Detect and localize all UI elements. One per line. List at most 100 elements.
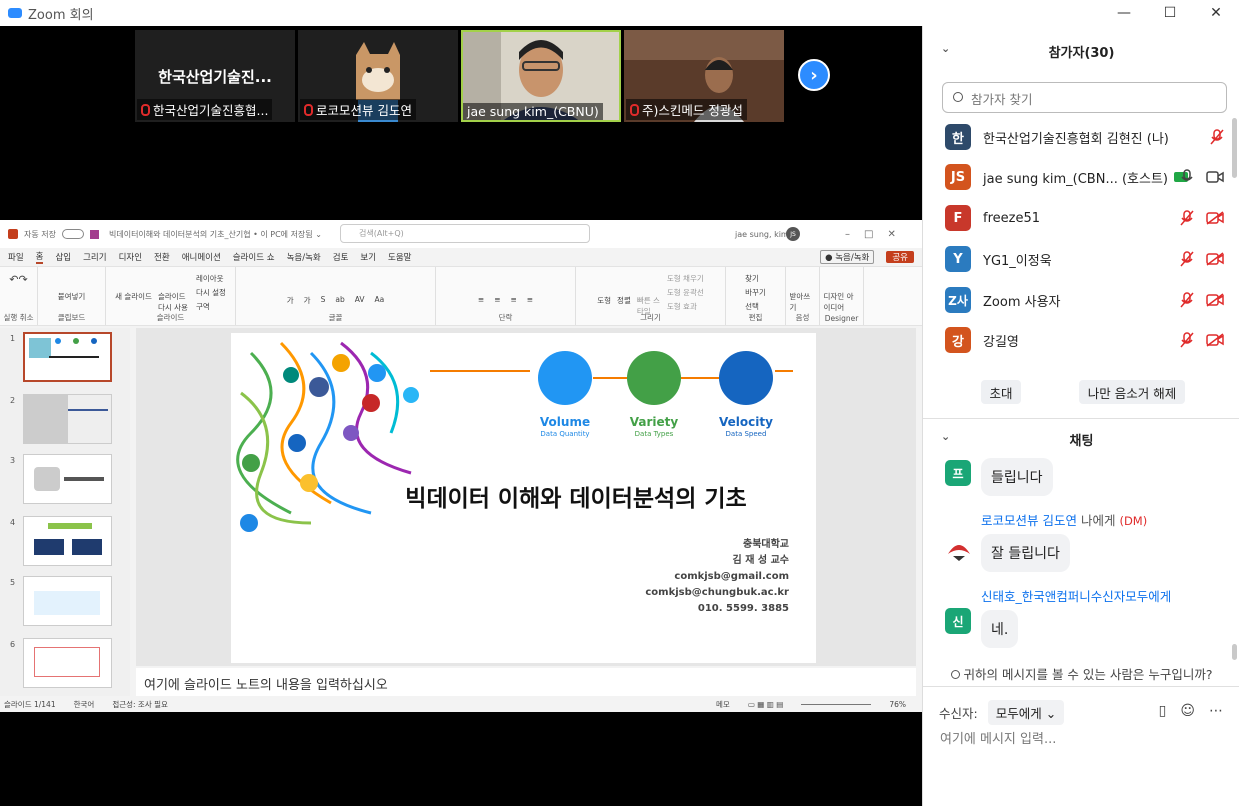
slide-thumbnail[interactable] bbox=[23, 516, 112, 566]
mic-muted-icon[interactable] bbox=[1180, 251, 1194, 267]
more-icon[interactable]: ⋯ bbox=[1209, 703, 1223, 719]
menu-item[interactable]: 검토 bbox=[333, 251, 349, 263]
camera-off-icon[interactable] bbox=[1206, 333, 1224, 347]
video-tile[interactable]: 주)스킨메드 정광섭 bbox=[624, 30, 784, 122]
participant-row[interactable]: Z사 Zoom 사용자 bbox=[945, 285, 1230, 315]
close-button[interactable]: ✕ bbox=[1193, 0, 1239, 26]
menu-item[interactable]: 삽입 bbox=[55, 251, 71, 263]
slide-thumbnail[interactable] bbox=[23, 576, 112, 626]
save-icon[interactable] bbox=[89, 229, 99, 239]
select-button[interactable]: 선택 bbox=[745, 301, 766, 312]
participants-scrollbar[interactable] bbox=[1232, 118, 1237, 178]
slide-thumbnail[interactable] bbox=[23, 394, 112, 444]
font-grow-button[interactable]: 가 bbox=[287, 295, 294, 306]
spacing-button[interactable]: AV bbox=[355, 295, 365, 304]
chat-scrollbar[interactable] bbox=[1232, 644, 1237, 660]
shapes-button[interactable]: 도형 bbox=[597, 295, 611, 306]
notes-button[interactable]: 메모 bbox=[716, 699, 730, 710]
menu-item[interactable]: 그리기 bbox=[83, 251, 106, 263]
reset-button[interactable]: 다시 설정 bbox=[196, 287, 226, 298]
menu-item[interactable]: 녹음/녹화 bbox=[287, 251, 321, 263]
recipient-dropdown[interactable]: 모두에게 ⌄ bbox=[987, 700, 1065, 725]
layout-button[interactable]: 레이아웃 bbox=[196, 273, 226, 284]
design-ideas-button[interactable]: 디자인 아이디어 bbox=[824, 291, 860, 313]
shadow-button[interactable]: S bbox=[321, 295, 326, 304]
dictate-button[interactable]: 받아쓰기 bbox=[790, 291, 816, 313]
case-button[interactable]: Aa bbox=[375, 295, 385, 304]
maximize-button[interactable]: ☐ bbox=[1147, 0, 1193, 26]
view-buttons[interactable]: ▭ ▦ ▥ ▤ bbox=[748, 700, 784, 709]
ppt-window-controls[interactable]: –□✕ bbox=[845, 229, 910, 240]
participant-row[interactable]: JS jae sung kim_(CBN... (호스트) bbox=[945, 162, 1230, 192]
replace-button[interactable]: 바꾸기 bbox=[745, 287, 766, 298]
align-right-button[interactable]: ≡ bbox=[511, 295, 517, 304]
camera-off-icon[interactable] bbox=[1206, 252, 1224, 266]
find-button[interactable]: 찾기 bbox=[745, 273, 766, 284]
reuse-slide-button[interactable]: 슬라이드 다시 사용 bbox=[158, 291, 190, 313]
mic-icon[interactable] bbox=[1180, 169, 1194, 185]
slide-notes[interactable]: 여기에 슬라이드 노트의 내용을 입력하십시오 bbox=[136, 668, 916, 696]
autosave-label[interactable]: 자동 저장 bbox=[24, 229, 56, 240]
next-page-button[interactable]: › bbox=[798, 59, 830, 91]
paste-button[interactable]: 붙여넣기 bbox=[58, 291, 86, 302]
mic-muted-icon[interactable] bbox=[1180, 332, 1194, 348]
invite-button[interactable]: 초대 bbox=[981, 380, 1021, 404]
chevron-down-icon[interactable]: ⌄ bbox=[941, 42, 950, 55]
chevron-down-icon[interactable]: ⌄ bbox=[941, 430, 950, 443]
strike-button[interactable]: ab bbox=[335, 295, 344, 304]
zoom-slider[interactable] bbox=[801, 703, 872, 705]
shape-outline-button[interactable]: 도형 윤곽선 bbox=[667, 287, 704, 298]
shape-effects-button[interactable]: 도형 효과 bbox=[667, 301, 704, 312]
video-tile[interactable]: 로코모션뷰 김도연 bbox=[298, 30, 458, 122]
mic-muted-icon[interactable] bbox=[1180, 210, 1194, 226]
ppt-user-avatar[interactable]: JS bbox=[786, 227, 800, 241]
camera-icon[interactable] bbox=[1206, 170, 1224, 184]
new-slide-button[interactable]: 새 슬라이드 bbox=[115, 291, 152, 302]
share-button[interactable]: 공유 bbox=[886, 251, 914, 263]
participant-row[interactable]: F freeze51 bbox=[945, 203, 1230, 233]
menu-item[interactable]: 홈 bbox=[35, 250, 44, 264]
slide-thumbnail[interactable] bbox=[23, 454, 112, 504]
undo-button[interactable]: ↶ bbox=[9, 273, 18, 286]
slide-thumbnail[interactable] bbox=[23, 638, 112, 688]
who-can-see-link[interactable]: 귀하의 메시지를 볼 수 있는 사람은 누구입니까? bbox=[923, 664, 1239, 683]
shape-fill-button[interactable]: 도형 채우기 bbox=[667, 273, 704, 284]
mic-muted-icon[interactable] bbox=[1180, 292, 1194, 308]
zoom-level[interactable]: 76% bbox=[889, 700, 906, 709]
current-slide[interactable]: Volume Data Quantity Variety Data Types … bbox=[231, 333, 816, 663]
participant-row[interactable]: Y YG1_이정욱 bbox=[945, 244, 1230, 274]
file-icon[interactable]: ▯ bbox=[1159, 703, 1167, 719]
minimize-button[interactable]: — bbox=[1101, 0, 1147, 26]
autosave-toggle[interactable] bbox=[61, 229, 84, 239]
align-left-button[interactable]: ≡ bbox=[478, 295, 484, 304]
participant-row[interactable]: 한 한국산업기술진흥협회 김현진 (나) bbox=[945, 122, 1230, 152]
menu-item[interactable]: 디자인 bbox=[119, 251, 142, 263]
ppt-search-box[interactable]: 검색(Alt+Q) bbox=[340, 224, 590, 243]
justify-button[interactable]: ≡ bbox=[527, 295, 533, 304]
participant-row[interactable]: 강 강길영 bbox=[945, 325, 1230, 355]
align-center-button[interactable]: ≡ bbox=[494, 295, 500, 304]
doc-title[interactable]: 빅데이터이해와 데이터분석의 기초_산기협 • 이 PC에 저장됨 ⌄ bbox=[109, 229, 322, 240]
menu-item[interactable]: 도움말 bbox=[388, 251, 411, 263]
menu-item[interactable]: 슬라이드 쇼 bbox=[233, 251, 275, 263]
video-tile-active-speaker[interactable]: jae sung kim_(CBNU) bbox=[461, 30, 621, 122]
slide-thumbnail[interactable] bbox=[23, 332, 112, 382]
record-button[interactable]: ● 녹음/녹화 bbox=[820, 250, 875, 264]
accessibility-indicator[interactable]: 접근성: 조사 필요 bbox=[112, 699, 168, 710]
camera-off-icon[interactable] bbox=[1206, 293, 1224, 307]
language-indicator[interactable]: 한국어 bbox=[74, 699, 95, 710]
menu-item[interactable]: 전환 bbox=[154, 251, 170, 263]
font-shrink-button[interactable]: 가 bbox=[304, 295, 311, 306]
redo-button[interactable]: ↷ bbox=[19, 273, 28, 286]
arrange-button[interactable]: 정렬 bbox=[617, 295, 631, 306]
mic-muted-icon[interactable] bbox=[1210, 129, 1224, 145]
camera-off-icon[interactable] bbox=[1206, 211, 1224, 225]
chat-input[interactable]: 여기에 메시지 입력... bbox=[940, 728, 1056, 747]
menu-item[interactable]: 애니메이션 bbox=[182, 251, 221, 263]
menu-item[interactable]: 파일 bbox=[8, 251, 24, 263]
emoji-icon[interactable]: ☺ bbox=[1180, 703, 1195, 719]
unmute-me-button[interactable]: 나만 음소거 해제 bbox=[1079, 380, 1185, 404]
menu-item[interactable]: 보기 bbox=[360, 251, 376, 263]
participant-search-input[interactable]: 참가자 찾기 bbox=[942, 82, 1227, 113]
section-button[interactable]: 구역 bbox=[196, 301, 226, 312]
